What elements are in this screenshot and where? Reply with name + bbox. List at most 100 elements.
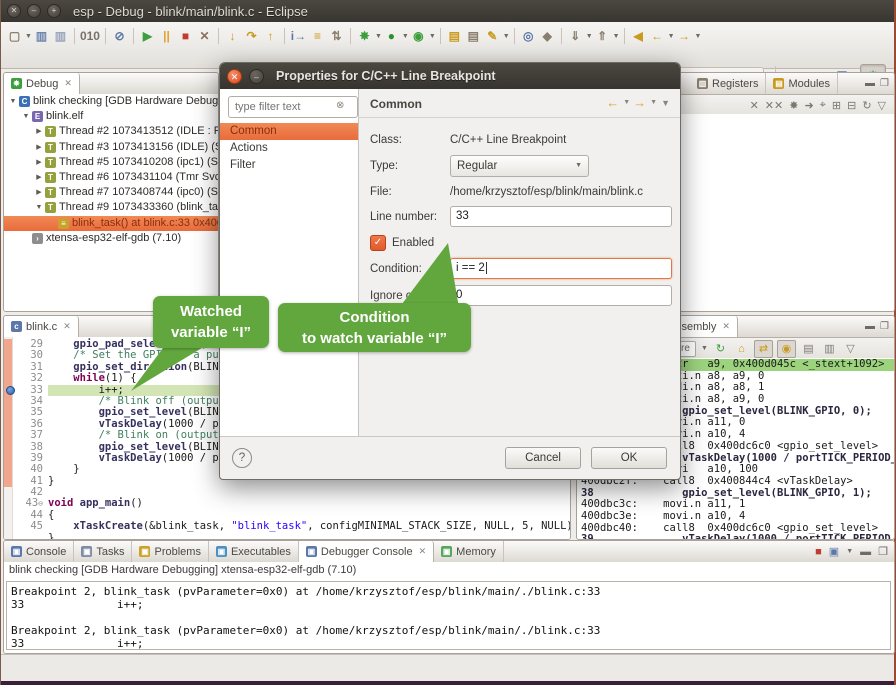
tree-item[interactable]: ▶TThread #6 1073431104 (Tmr Svc) (Suspen… — [4, 170, 218, 185]
tree-expander-icon[interactable]: ▶ — [34, 124, 44, 139]
back-icon[interactable]: ← — [649, 27, 666, 45]
registers-toolbar-icon[interactable]: ⊞ — [832, 99, 841, 112]
step-filters-icon[interactable]: ⇅ — [328, 27, 345, 45]
pin-icon[interactable]: ▥ — [821, 342, 838, 355]
chevron-down-icon[interactable]: ▼ — [650, 99, 657, 106]
display-console-icon[interactable]: ▣ — [829, 545, 839, 558]
tree-item[interactable]: ▶TThread #7 1073408744 (ipc0) (Suspended… — [4, 185, 218, 200]
type-dropdown[interactable]: Regular ▼ — [450, 155, 589, 177]
dialog-nav-item-filter[interactable]: Filter — [220, 157, 358, 174]
registers-toolbar-icon[interactable]: ⊟ — [847, 99, 856, 112]
prev-annotation-icon[interactable]: ⇑ — [594, 27, 611, 45]
tab-executables[interactable]: ▣Executables — [209, 541, 299, 562]
open-folder-icon[interactable]: ▤ — [446, 27, 463, 45]
cancel-button[interactable]: Cancel — [505, 447, 581, 469]
refresh-icon[interactable]: ↻ — [712, 342, 729, 355]
maximize-icon[interactable]: ❐ — [878, 545, 888, 558]
ok-button[interactable]: OK — [591, 447, 667, 469]
suspend-icon[interactable]: || — [158, 27, 175, 45]
step-into-icon[interactable]: ↓ — [224, 27, 241, 45]
tree-expander-icon[interactable]: ▶ — [34, 185, 44, 200]
tree-expander-icon[interactable]: ▶ — [34, 155, 44, 170]
registers-toolbar-icon[interactable]: ✕ — [750, 99, 759, 112]
registers-toolbar-icon[interactable]: ⌖ — [820, 99, 826, 112]
chevron-down-icon[interactable]: ▼ — [695, 33, 702, 40]
ignore-count-input[interactable]: 0 — [450, 285, 672, 306]
external-tools-icon[interactable]: ◉ — [410, 27, 427, 45]
tree-item[interactable]: ≡blink_task() at blink.c:33 0x400dbc1c — [4, 216, 218, 231]
window-minimize-button[interactable]: – — [27, 4, 41, 18]
close-icon[interactable]: ✕ — [722, 321, 730, 332]
condition-input[interactable]: i == 2 — [450, 258, 672, 279]
chevron-down-icon[interactable]: ▼ — [375, 33, 382, 40]
step-return-icon[interactable]: ↑ — [262, 27, 279, 45]
tree-item[interactable]: ▶TThread #3 1073413156 (IDLE) (Suspended… — [4, 140, 218, 155]
binary-icon[interactable]: 010 — [80, 27, 100, 45]
chevron-down-icon[interactable]: ▼ — [846, 548, 853, 555]
minimize-icon[interactable]: ▬ — [865, 321, 875, 332]
view-menu-icon[interactable]: ▽ — [842, 342, 859, 355]
chevron-down-icon[interactable]: ▼ — [402, 33, 409, 40]
save-all-icon[interactable]: ▥ — [52, 27, 69, 45]
maximize-icon[interactable]: ❐ — [880, 78, 889, 89]
enabled-checkbox[interactable]: ✓ — [370, 235, 386, 251]
view-menu-icon[interactable]: ▼ — [661, 98, 670, 108]
new-view-icon[interactable]: ▤ — [800, 342, 817, 355]
line-number[interactable]: 32 — [13, 373, 48, 384]
registers-toolbar-icon[interactable]: ↻ — [862, 99, 871, 112]
track-expression-icon[interactable]: ◉ — [777, 340, 796, 358]
minimize-icon[interactable]: ▬ — [860, 546, 871, 558]
next-annotation-icon[interactable]: ⇓ — [567, 27, 584, 45]
maximize-icon[interactable]: ❐ — [880, 321, 889, 332]
tab-modules[interactable]: ▤ Modules — [766, 73, 838, 94]
dialog-nav-item-actions[interactable]: Actions — [220, 140, 358, 157]
dialog-nav-item-common[interactable]: Common — [220, 123, 358, 140]
search-icon[interactable]: ◎ — [520, 27, 537, 45]
chevron-down-icon[interactable]: ▼ — [503, 33, 510, 40]
close-icon[interactable]: ✕ — [64, 78, 72, 89]
minimize-icon[interactable]: ▬ — [865, 78, 875, 89]
line-number[interactable]: 40 — [13, 464, 48, 475]
import-icon[interactable]: ▤ — [465, 27, 482, 45]
breakpoint-icon[interactable] — [6, 386, 15, 395]
chevron-down-icon[interactable]: ▼ — [429, 33, 436, 40]
tree-item[interactable]: ▶TThread #5 1073410208 (ipc1) (Suspended… — [4, 155, 218, 170]
annotation-icon[interactable]: ◆ — [539, 27, 556, 45]
tree-expander-icon[interactable]: ▼ — [34, 200, 44, 215]
dialog-close-button[interactable]: ✕ — [227, 69, 242, 84]
tree-expander-icon[interactable]: ▶ — [34, 140, 44, 155]
registers-toolbar-icon[interactable]: ✸ — [789, 99, 798, 112]
tree-item[interactable]: ›xtensa-esp32-elf-gdb (7.10) — [4, 231, 218, 246]
dialog-minimize-button[interactable]: – — [249, 69, 264, 84]
chevron-down-icon[interactable]: ▼ — [586, 33, 593, 40]
line-number-input[interactable]: 33 — [450, 206, 672, 227]
close-icon[interactable]: ✕ — [419, 546, 427, 557]
last-edit-icon[interactable]: ◀ — [630, 27, 647, 45]
new-wizard-icon[interactable]: ▢ — [6, 27, 23, 45]
registers-toolbar-icon[interactable]: ✕✕ — [765, 99, 783, 112]
debug-icon[interactable]: ✸ — [356, 27, 373, 45]
tab-console[interactable]: ▣Console — [4, 541, 74, 562]
sync-icon[interactable]: ⇄ — [754, 340, 773, 358]
disconnect-icon[interactable]: ✕ — [196, 27, 213, 45]
line-number[interactable]: 45 — [13, 521, 48, 532]
terminate-icon[interactable]: ■ — [177, 27, 194, 45]
line-number[interactable] — [13, 533, 48, 540]
close-icon[interactable]: ✕ — [63, 321, 71, 332]
tab-debug[interactable]: ✸ Debug ✕ — [4, 73, 80, 94]
skip-breakpoints-icon[interactable]: ⊘ — [111, 27, 128, 45]
window-close-button[interactable]: ✕ — [7, 4, 21, 18]
tab-registers[interactable]: ▥ Registers — [690, 73, 766, 94]
registers-toolbar-icon[interactable]: ▽ — [878, 99, 886, 112]
mark-occurrences-icon[interactable]: ✎ — [484, 27, 501, 45]
console-output-box[interactable]: Breakpoint 2, blink_task (pvParameter=0x… — [6, 581, 891, 650]
tab-tasks[interactable]: ▣Tasks — [74, 541, 132, 562]
instruction-stepping-icon[interactable]: i→ — [290, 27, 307, 45]
tree-item[interactable]: ▼Eblink.elf — [4, 109, 218, 124]
tab-blink-c[interactable]: c blink.c ✕ — [4, 316, 79, 337]
fold-icon[interactable]: ⊖ — [38, 499, 43, 508]
tree-item[interactable]: ▼TThread #9 1073433360 (blink_task : — [4, 200, 218, 215]
save-icon[interactable]: ▥ — [33, 27, 50, 45]
forward-icon[interactable]: → — [676, 27, 693, 45]
tab-memory[interactable]: ▣Memory — [434, 541, 504, 562]
